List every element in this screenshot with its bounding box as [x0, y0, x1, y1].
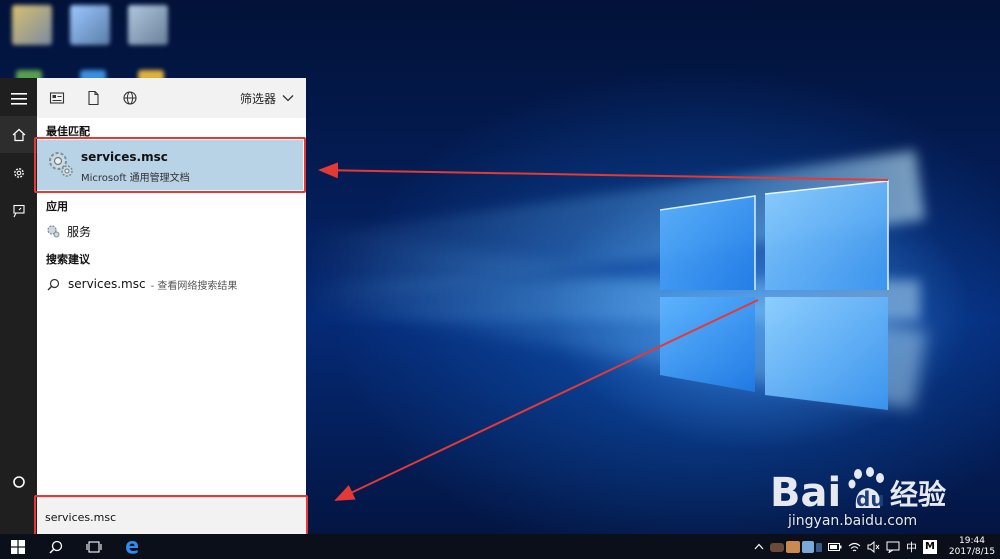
speaker-mute-icon — [867, 540, 880, 553]
wifi-icon — [848, 542, 861, 551]
edge-icon — [126, 540, 138, 554]
filter-dropdown[interactable]: 筛选器 — [240, 88, 294, 108]
product-text: 经验 — [890, 478, 946, 511]
annotation-box — [34, 495, 308, 537]
brand-text: Bai — [770, 470, 841, 516]
search-icon — [49, 540, 63, 554]
hamburger-button[interactable] — [0, 80, 37, 117]
desktop-icon[interactable] — [70, 5, 110, 45]
home-button[interactable] — [0, 116, 37, 153]
apps-filter-icon[interactable] — [49, 90, 65, 106]
menu-icon — [10, 92, 27, 105]
chevron-down-icon — [282, 95, 294, 102]
system-tray: 中 M 19:44 2017/8/15 — [751, 534, 1000, 559]
start-menu-rail — [0, 78, 37, 534]
home-icon — [12, 128, 25, 141]
tray-app-icons[interactable] — [770, 534, 822, 559]
feedback-button[interactable] — [0, 192, 37, 229]
feedback-icon — [12, 204, 25, 217]
battery-button[interactable] — [828, 534, 842, 559]
gear-icon — [13, 167, 24, 178]
chevron-up-icon — [754, 543, 764, 550]
desktop-icon[interactable] — [128, 5, 168, 45]
suggestion-hint: - 查看网络搜索结果 — [150, 280, 238, 292]
network-button[interactable] — [848, 534, 861, 559]
task-view-button[interactable] — [76, 534, 112, 559]
action-center-button[interactable] — [886, 534, 900, 559]
watermark-url: jingyan.baidu.com — [788, 513, 918, 529]
cortana-button[interactable] — [0, 463, 37, 500]
task-view-icon — [86, 540, 102, 553]
documents-filter-icon[interactable] — [85, 90, 101, 106]
battery-icon — [828, 542, 842, 551]
circle-icon — [12, 475, 25, 488]
filter-label: 筛选器 — [239, 91, 276, 106]
suggestion-item[interactable]: services.msc - 查看网络搜索结果 — [37, 271, 303, 297]
ime-mode-indicator[interactable]: M — [923, 539, 937, 554]
start-button[interactable] — [0, 534, 36, 559]
annotation-box — [34, 137, 306, 193]
search-taskbar-button[interactable] — [38, 534, 74, 559]
search-icon — [47, 278, 60, 290]
suggestion-label: services.msc — [68, 277, 146, 291]
tray-apps-icon — [770, 540, 822, 553]
clock-date: 2017/8/15 — [948, 546, 996, 557]
services-icon — [47, 225, 60, 238]
settings-button[interactable] — [0, 154, 37, 191]
web-filter-icon[interactable] — [122, 90, 138, 106]
ime-indicator[interactable]: 中 — [906, 534, 917, 559]
chevron-up-button[interactable] — [754, 534, 764, 559]
taskbar: 中 M 19:44 2017/8/15 — [0, 534, 1000, 559]
message-icon — [886, 541, 900, 553]
clock[interactable]: 19:44 2017/8/15 — [944, 536, 1000, 558]
app-result-label: 服务 — [67, 224, 92, 239]
edge-button[interactable] — [114, 534, 150, 559]
windows-icon — [11, 539, 25, 554]
search-toolbar: 筛选器 — [37, 78, 306, 118]
clock-time: 19:44 — [959, 535, 985, 546]
brand2-text: du — [856, 487, 885, 511]
baidu-watermark-logo: Bai du 经验 — [770, 467, 946, 516]
suggestions-heading: 搜索建议 — [46, 253, 90, 266]
desktop-icon[interactable] — [12, 5, 52, 45]
volume-button[interactable] — [867, 534, 880, 559]
app-result-item[interactable]: 服务 — [37, 218, 303, 244]
apps-heading: 应用 — [46, 200, 68, 213]
